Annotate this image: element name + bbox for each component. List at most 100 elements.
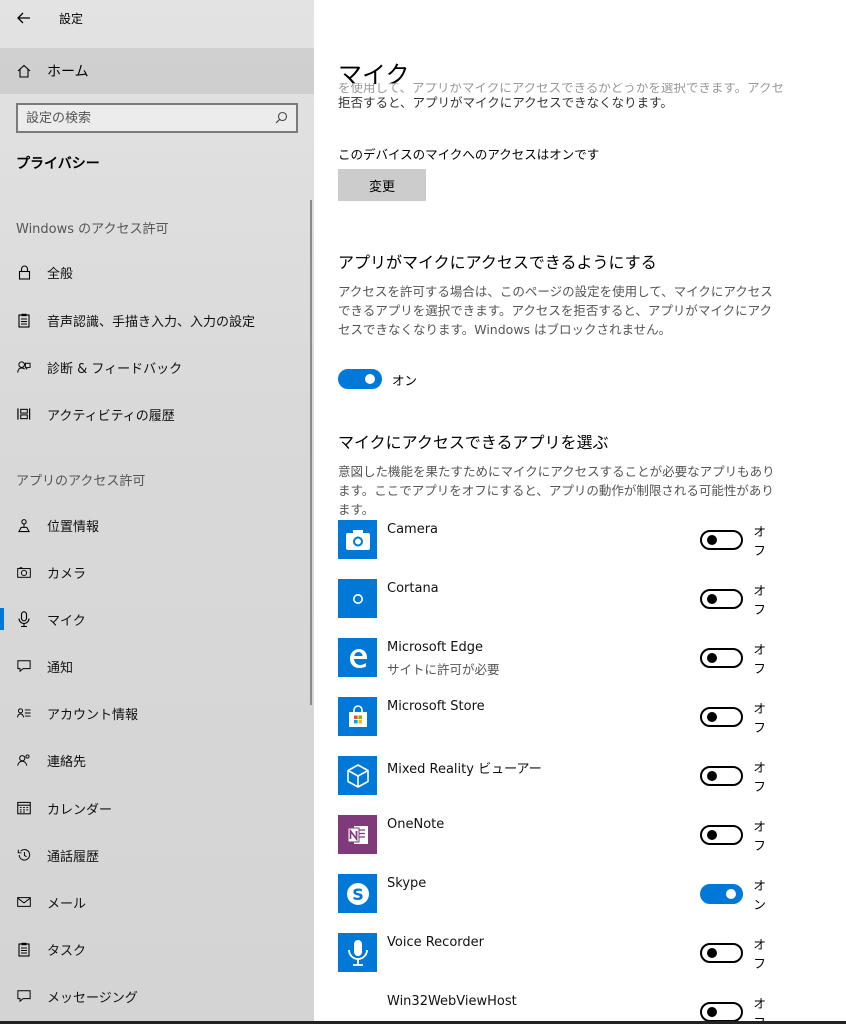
toggle-state-label: オフ [753, 583, 766, 617]
app-row-camera: Camera オフ [338, 520, 778, 560]
sidebar-item-account-info[interactable]: アカウント情報 [0, 693, 314, 733]
voice-recorder-mic-toggle[interactable] [700, 943, 744, 963]
sidebar-item-call-history[interactable]: 通話履歴 [0, 835, 314, 875]
notification-icon [17, 659, 31, 673]
toggle-state-label: オフ [753, 701, 766, 735]
search-box [16, 103, 298, 133]
sidebar: 設定 ホーム プライバシー Windows のアクセス許可 全般 音声認識、手描… [0, 0, 314, 1024]
choose-apps-heading: マイクにアクセスできるアプリを選ぶ [338, 433, 609, 452]
app-row-onenote: OneNote オフ [338, 815, 778, 855]
master-access-toggle-row: オン [338, 369, 417, 389]
app-toggle-row: オフ [700, 816, 778, 854]
sidebar-item-tasks[interactable]: タスク [0, 929, 314, 969]
location-icon [17, 518, 31, 532]
sidebar-item-diagnostics[interactable]: 診断 & フィードバック [0, 347, 314, 387]
app-toggle-row: オフ [700, 698, 778, 736]
app-row-edge: Microsoft Edge サイトに許可が必要 オフ [338, 638, 778, 678]
sidebar-item-label: カレンダー [47, 802, 113, 818]
section-title: プライバシー [16, 156, 100, 172]
history-icon [17, 848, 31, 862]
onenote-mic-toggle[interactable] [700, 825, 744, 845]
mixed-reality-icon [338, 756, 377, 795]
sidebar-item-label: アクティビティの履歴 [47, 408, 175, 424]
cortana-icon [338, 579, 377, 618]
title-bar: 設定 [0, 0, 314, 36]
sidebar-item-home[interactable]: ホーム [0, 48, 314, 94]
sidebar-item-label: タスク [47, 943, 87, 959]
sidebar-item-camera[interactable]: カメラ [0, 552, 314, 592]
sidebar-item-messaging[interactable]: メッセージング [0, 976, 314, 1016]
toggle-knob [726, 889, 737, 899]
search-input[interactable] [26, 110, 275, 126]
sidebar-item-label: カメラ [47, 566, 87, 582]
app-name: Microsoft Store [387, 699, 485, 714]
group-label-windows: Windows のアクセス許可 [16, 222, 169, 237]
app-toggle-row: オフ [700, 993, 778, 1024]
calendar-icon [17, 801, 31, 815]
allow-access-heading: アプリがマイクにアクセスできるようにする [338, 253, 657, 272]
mixed-reality-mic-toggle[interactable] [700, 766, 744, 786]
home-label: ホーム [47, 64, 89, 80]
sidebar-item-general[interactable]: 全般 [0, 252, 314, 292]
allow-access-description: アクセスを許可する場合は、このページの設定を使用して、マイクにアクセスできるアプ… [338, 284, 773, 337]
intro-faded-line: を使用して、アプリがマイクにアクセスできるかどうかを選択できます。アクセスを [338, 83, 785, 93]
toggle-state-label: オフ [753, 819, 766, 853]
app-row-win32webviewhost: Win32WebViewHost オフ [338, 992, 778, 1024]
sidebar-item-label: 全般 [47, 266, 74, 282]
sidebar-item-activity-history[interactable]: アクティビティの履歴 [0, 394, 314, 434]
edge-mic-toggle[interactable] [700, 648, 744, 668]
main-content: マイク を使用して、アプリがマイクにアクセスできるかどうかを選択できます。アクセ… [314, 0, 846, 1024]
search-icon[interactable] [275, 109, 288, 128]
toggle-state-label: オフ [753, 760, 766, 794]
sidebar-item-label: メール [47, 896, 87, 912]
back-button[interactable] [16, 10, 32, 26]
sidebar-item-mail[interactable]: メール [0, 882, 314, 922]
sidebar-item-contacts[interactable]: 連絡先 [0, 740, 314, 780]
app-row-store: Microsoft Store オフ [338, 697, 778, 737]
app-name: Skype [387, 876, 427, 891]
toggle-knob [707, 653, 717, 663]
onenote-icon [338, 815, 377, 854]
camera-mic-toggle[interactable] [700, 530, 744, 550]
change-button[interactable]: 変更 [338, 169, 426, 201]
app-name: Mixed Reality ビューアー [387, 762, 542, 777]
feedback-icon [17, 360, 31, 374]
app-row-cortana: Cortana オフ [338, 579, 778, 619]
voice-recorder-icon [338, 933, 377, 972]
sidebar-item-notifications[interactable]: 通知 [0, 646, 314, 686]
master-access-toggle[interactable] [338, 369, 382, 389]
toggle-knob [707, 1007, 717, 1017]
sidebar-item-label: アカウント情報 [47, 707, 139, 723]
toggle-knob [365, 374, 375, 384]
messaging-icon [17, 989, 31, 1003]
mail-icon [17, 895, 31, 909]
app-toggle-row: オフ [700, 521, 778, 559]
skype-mic-toggle[interactable] [700, 884, 744, 904]
intro-text: を使用して、アプリがマイクにアクセスできるかどうかを選択できます。アクセスを 拒… [338, 83, 788, 113]
sidebar-item-calendar[interactable]: カレンダー [0, 788, 314, 828]
contacts-icon [17, 753, 31, 767]
sidebar-item-label: マイク [47, 613, 86, 629]
toggle-knob [707, 948, 717, 958]
lock-icon [17, 265, 31, 280]
app-toggle-row: オフ [700, 639, 778, 677]
group-label-apps: アプリのアクセス許可 [16, 474, 146, 489]
home-icon [17, 64, 31, 78]
intro-line: 拒否すると、アプリがマイクにアクセスできなくなります。 [338, 95, 673, 110]
app-toggle-row: オフ [700, 757, 778, 795]
win32webviewhost-mic-toggle[interactable] [700, 1002, 744, 1022]
sidebar-item-speech[interactable]: 音声認識、手描き入力、入力の設定 [0, 300, 314, 340]
toggle-state-label: オン [753, 878, 766, 912]
camera-icon [17, 565, 31, 579]
app-name: OneNote [387, 817, 445, 832]
toggle-state-label: オフ [753, 996, 766, 1024]
choose-apps-description: 意図した機能を果たすためにマイクにアクセスすることが必要なアプリもあります。ここ… [338, 464, 775, 517]
window-title: 設定 [59, 11, 84, 26]
sidebar-item-location[interactable]: 位置情報 [0, 505, 314, 545]
sidebar-item-microphone[interactable]: マイク [0, 599, 314, 639]
account-info-icon [17, 706, 31, 720]
store-mic-toggle[interactable] [700, 707, 744, 727]
cortana-mic-toggle[interactable] [700, 589, 744, 609]
sidebar-item-label: 通話履歴 [47, 849, 100, 865]
sidebar-scrollbar[interactable] [310, 200, 312, 705]
